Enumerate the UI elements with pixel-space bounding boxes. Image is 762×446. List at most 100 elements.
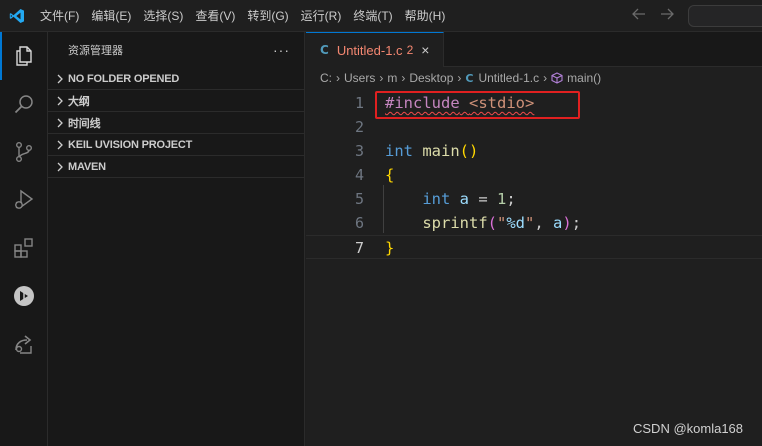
token-type: int [385,142,413,160]
chevron-right-icon: › [401,71,406,85]
token-paren: ) [469,142,479,160]
more-actions-button[interactable]: ··· [273,42,290,58]
watermark-text: CSDN @komla168 [633,421,744,436]
chevron-right-icon [52,68,68,90]
tab-untitled-1[interactable]: C Untitled-1.c 2 × [306,32,444,67]
menu-bar: 文件(F) 编辑(E) 选择(S) 查看(V) 转到(G) 运行(R) 终端(T… [34,0,451,32]
section-maven[interactable]: MAVEN [48,156,304,178]
breadcrumb-file[interactable]: Untitled-1.c [478,71,539,85]
section-timeline[interactable]: 时间线 [48,112,304,134]
code-text: sprintf("%d", a); [385,211,581,235]
token-semicolon: ; [506,190,516,208]
breadcrumb-users[interactable]: Users [344,71,375,85]
error-highlight-box [375,91,580,119]
sidebar-title: 资源管理器 [68,45,123,57]
line-number: 2 [354,118,364,136]
menu-edit[interactable]: 编辑(E) [85,0,137,32]
token-function: main [422,142,460,160]
token-format: %d [506,214,526,232]
breadcrumb-desktop[interactable]: Desktop [409,71,453,85]
code-line: 5 int a = 1; [306,187,762,211]
code-line: 6 sprintf("%d", a); [306,211,762,235]
section-label: KEIL UVISION PROJECT [68,138,193,151]
explorer-icon[interactable] [0,32,48,80]
menu-go[interactable]: 转到(G) [241,0,294,32]
breadcrumb-symbol[interactable]: main() [567,71,601,85]
token-paren: ( [459,142,470,160]
menu-selection[interactable]: 选择(S) [137,0,189,32]
keil-icon[interactable] [0,272,48,320]
token-string: " [525,214,535,232]
nav-arrows [632,0,674,32]
menu-terminal[interactable]: 终端(T) [347,0,398,32]
section-label: NO FOLDER OPENED [68,72,180,85]
source-control-icon[interactable] [0,128,48,176]
code-text: int a = 1; [385,187,516,211]
line-number: 4 [354,166,364,184]
token-paren: ( [487,214,497,232]
token-function: sprintf [422,214,488,232]
token-brace: { [385,166,395,184]
token-type: int [422,190,451,208]
run-debug-icon[interactable] [0,176,48,224]
menu-run[interactable]: 运行(R) [295,0,348,32]
search-icon[interactable] [0,80,48,128]
symbol-method-icon [551,72,563,84]
command-center-search[interactable] [688,5,762,27]
title-bar: 文件(F) 编辑(E) 选择(S) 查看(V) 转到(G) 运行(R) 终端(T… [0,0,762,32]
line-number: 7 [354,239,364,257]
extensions-icon[interactable] [0,224,48,272]
breadcrumb: C: › Users › m › Desktop › C Untitled-1.… [306,67,762,89]
token-semicolon: ; [571,214,582,232]
code-text: { [385,163,394,187]
code-text: } [385,236,394,260]
token-brace: } [385,239,395,257]
section-keil-project[interactable]: KEIL UVISION PROJECT [48,134,304,156]
c-file-icon: C [320,43,329,57]
chevron-right-icon [52,134,68,156]
chevron-right-icon: › [543,71,548,85]
vscode-logo-icon [0,0,34,32]
c-file-icon: C [465,71,474,85]
breadcrumb-user[interactable]: m [387,71,397,85]
chevron-right-icon: › [336,71,340,85]
menu-view[interactable]: 查看(V) [189,0,241,32]
arrow-right-icon[interactable] [660,0,674,32]
token-string: " [497,214,507,232]
token-variable: a [459,190,470,208]
chevron-right-icon [52,90,68,112]
section-label: MAVEN [68,160,106,173]
tab-label: Untitled-1.c [336,42,403,58]
close-icon[interactable]: × [421,42,429,58]
breadcrumb-drive[interactable]: C: [320,71,332,85]
editor-tabs: C Untitled-1.c 2 × [306,32,762,67]
line-number: 3 [354,142,364,160]
indent-guide [383,185,384,233]
menu-help[interactable]: 帮助(H) [399,0,452,32]
remote-icon[interactable] [0,320,48,368]
chevron-right-icon [52,112,68,134]
code-line-current: 7 } [306,235,762,259]
code-line: 3 int main() [306,139,762,163]
section-no-folder[interactable]: NO FOLDER OPENED [48,68,304,90]
arrow-left-icon[interactable] [632,0,646,32]
code-editor[interactable]: 1 #include <stdio> 2 3 int main() 4 { 5 … [306,89,762,446]
problems-count-badge: 2 [406,43,414,57]
section-label: 大纲 [68,95,90,108]
chevron-right-icon: › [379,71,384,85]
code-text: int main() [385,139,478,163]
section-label: 时间线 [68,117,101,130]
section-outline[interactable]: 大纲 [48,90,304,112]
sidebar-header: 资源管理器 ··· [48,32,304,68]
token-paren: ) [562,214,572,232]
line-number: 5 [354,190,364,208]
explorer-sidebar: 资源管理器 ··· NO FOLDER OPENED 大纲 时间线 KEIL U… [48,32,305,446]
menu-file[interactable]: 文件(F) [34,0,85,32]
token-operator: = [469,190,498,208]
chevron-right-icon [52,156,68,178]
line-number: 1 [354,94,364,112]
code-line: 4 { [306,163,762,187]
token-number: 1 [497,190,507,208]
chevron-right-icon: › [457,71,462,85]
activity-bar [0,32,48,446]
